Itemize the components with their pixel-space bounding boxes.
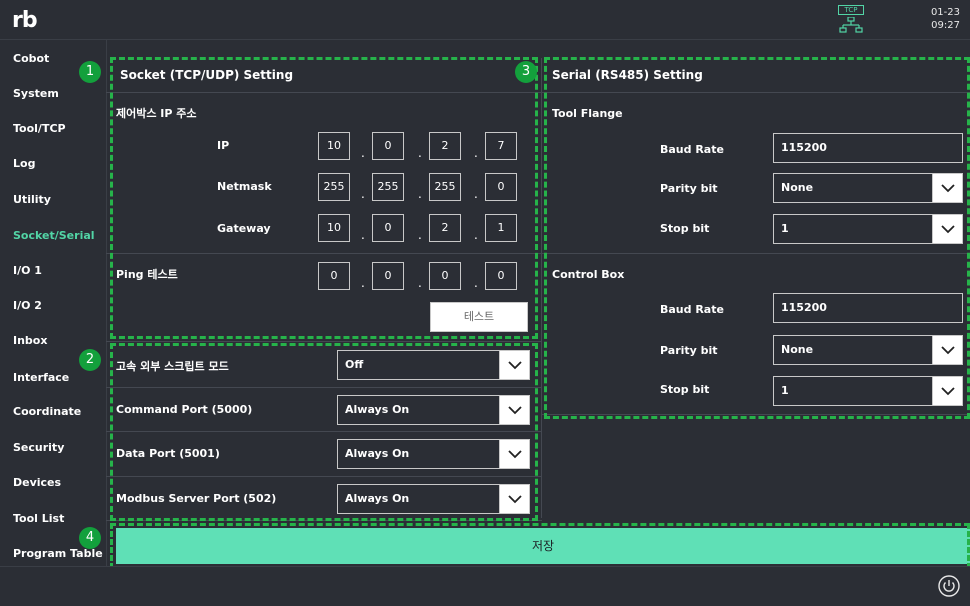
sidebar-item-system[interactable]: System (13, 87, 59, 100)
annotation-badge-3: 3 (515, 61, 537, 83)
sidebar-item-inbox[interactable]: Inbox (13, 334, 47, 347)
sidebar-item-interface[interactable]: Interface (13, 371, 69, 384)
tcp-network-icon[interactable]: TCP (838, 5, 864, 33)
sidebar-item-tool-list[interactable]: Tool List (13, 512, 64, 525)
sidebar-item-coordinate[interactable]: Coordinate (13, 405, 81, 418)
tcp-badge: TCP (838, 5, 864, 15)
annotation-box-serial (544, 57, 970, 419)
bottom-bar (0, 566, 970, 606)
annotation-badge-4: 4 (79, 527, 101, 549)
top-bar: rb TCP 01-23 09:27 (0, 0, 970, 40)
sidebar-item-io1[interactable]: I/O 1 (13, 264, 42, 277)
datetime: 01-23 09:27 (931, 6, 960, 32)
sidebar-item-io2[interactable]: I/O 2 (13, 299, 42, 312)
sidebar-item-utility[interactable]: Utility (13, 193, 51, 206)
socket-divider (106, 341, 542, 342)
date-text: 01-23 (930, 7, 960, 18)
annotation-box-save (110, 523, 970, 569)
sidebar-item-devices[interactable]: Devices (13, 476, 61, 489)
rb-logo: rb (12, 8, 38, 33)
annotation-box-ports (110, 343, 538, 521)
time-text: 09:27 (931, 20, 960, 31)
sidebar-item-tool-tcp[interactable]: Tool/TCP (13, 122, 66, 135)
column-divider (541, 58, 542, 518)
sidebar: Cobot System Tool/TCP Log Utility Socket… (0, 40, 106, 566)
sidebar-item-log[interactable]: Log (13, 157, 35, 170)
network-icon (839, 17, 863, 33)
power-icon[interactable] (938, 575, 960, 597)
annotation-box-socket (110, 57, 538, 339)
sidebar-item-socket-serial[interactable]: Socket/Serial (13, 229, 95, 242)
annotation-badge-2: 2 (79, 349, 101, 371)
annotation-badge-1: 1 (79, 61, 101, 83)
sidebar-item-cobot[interactable]: Cobot (13, 52, 49, 65)
sidebar-item-security[interactable]: Security (13, 441, 64, 454)
